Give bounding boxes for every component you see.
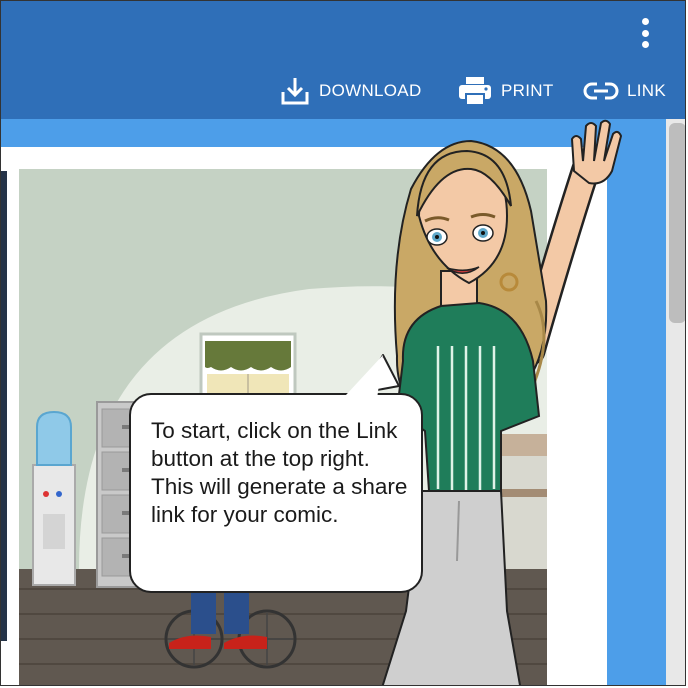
download-icon bbox=[281, 78, 309, 105]
more-vert-icon bbox=[641, 18, 649, 25]
speech-bubble-text: To start, click on the Link button at th… bbox=[151, 418, 408, 527]
download-button[interactable]: DOWNLOAD bbox=[279, 73, 422, 109]
link-button[interactable]: LINK bbox=[583, 73, 666, 109]
download-label: DOWNLOAD bbox=[319, 81, 422, 100]
side-panel-edge bbox=[1, 171, 7, 641]
print-button[interactable]: PRINT bbox=[457, 73, 554, 109]
workspace-scrollbar[interactable] bbox=[666, 119, 685, 685]
more-options-button[interactable] bbox=[633, 15, 657, 51]
printer-icon bbox=[459, 77, 491, 106]
link-label: LINK bbox=[627, 81, 666, 100]
print-label: PRINT bbox=[501, 81, 554, 100]
scrollbar-thumb[interactable] bbox=[669, 123, 685, 323]
app-frame: DOWNLOAD PRINT LINK To start, click on t… bbox=[0, 0, 686, 686]
top-toolbar: DOWNLOAD PRINT LINK bbox=[1, 1, 685, 119]
link-icon bbox=[583, 82, 619, 100]
